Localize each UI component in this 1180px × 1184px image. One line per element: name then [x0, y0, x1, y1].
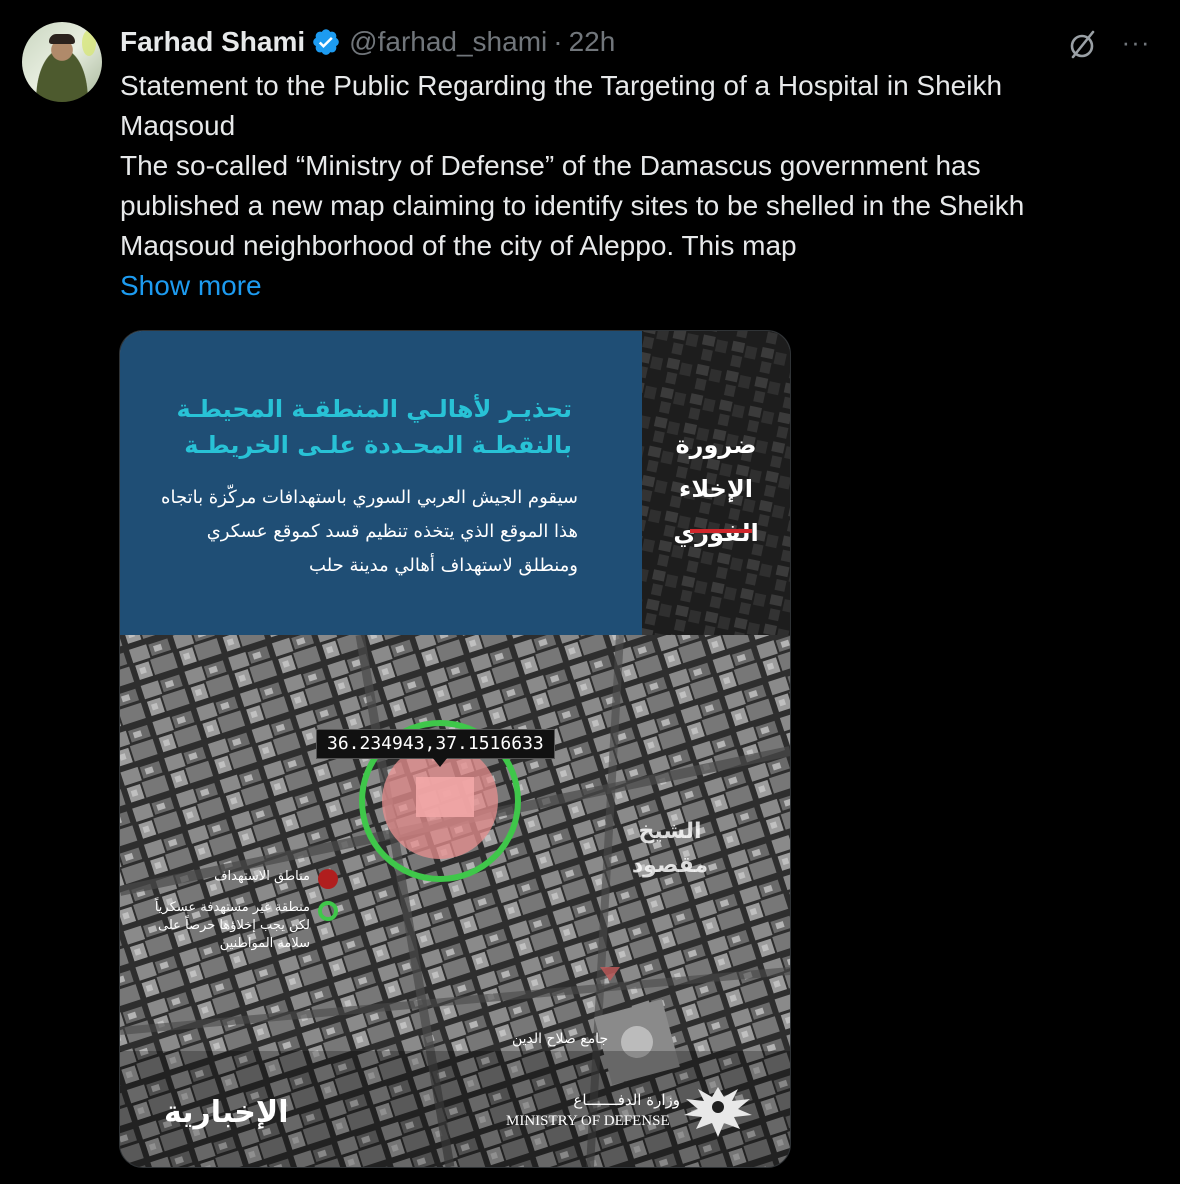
tweet-line: Maqsoud neighborhood of the city of Alep… [120, 230, 797, 261]
target-legend-label: مناطق الاستهداف [214, 869, 310, 884]
tweet-text: Statement to the Public Regarding the Ta… [120, 66, 1160, 306]
title-underline [690, 529, 752, 533]
show-more-link[interactable]: Show more [120, 266, 1160, 306]
district-label: الشيخ مقصود [631, 819, 709, 878]
author-name[interactable]: Farhad Shami [120, 26, 305, 58]
non-target-legend-label: منطقة غير مستهدفة عسكرياً لكن يجب إخلاؤه… [154, 900, 310, 951]
alikhbariya-logo: الإخبارية [164, 1095, 289, 1130]
avatar-background-leaf [82, 30, 96, 56]
warning-banner: تحذيـر لأهالـي المنطقـة المحيطـة بالنقطـ… [120, 331, 642, 635]
mosque-label: جامع صلاح الدين [512, 1031, 609, 1047]
coordinates-pointer [432, 757, 448, 767]
tweet-timestamp[interactable]: 22h [569, 26, 616, 58]
tweet-line: The so-called “Ministry of Defense” of t… [120, 150, 981, 181]
ministry-name-arabic: وزارة الدفـــــــاع [573, 1091, 680, 1109]
more-options-icon[interactable]: ··· [1118, 26, 1154, 58]
avatar-hair [49, 34, 75, 44]
tweet-line: Statement to the Public Regarding the Ta… [120, 70, 1003, 101]
banner-body: سيقوم الجيش العربي السوري باستهدافات مرك… [161, 487, 578, 576]
header-separator: · [553, 26, 563, 57]
ministry-name-english: MINISTRY OF DEFENSE [506, 1113, 670, 1129]
tweet-header: Farhad Shami @farhad_shami · 22h [120, 24, 615, 60]
non-target-legend-marker [318, 901, 338, 921]
banner-title: تحذيـر لأهالـي المنطقـة المحيطـة بالنقطـ… [176, 395, 573, 459]
slashed-circle-icon[interactable] [1064, 26, 1100, 62]
target-legend-marker [318, 869, 338, 889]
verified-badge-icon [313, 29, 339, 55]
coordinates-label: 36.234943,37.1516633 [316, 729, 555, 759]
tweet-line: Maqsoud [120, 110, 236, 141]
tweet-line: published a new map claiming to identify… [120, 190, 1025, 221]
evacuation-title: ضرورة الإخلاء الفوري [673, 431, 759, 547]
eagle-emblem-icon [684, 1087, 752, 1137]
author-handle[interactable]: @farhad_shami [349, 26, 547, 58]
author-avatar[interactable] [22, 22, 102, 102]
tweet-media-image[interactable]: تحذيـر لأهالـي المنطقـة المحيطـة بالنقطـ… [119, 330, 791, 1168]
